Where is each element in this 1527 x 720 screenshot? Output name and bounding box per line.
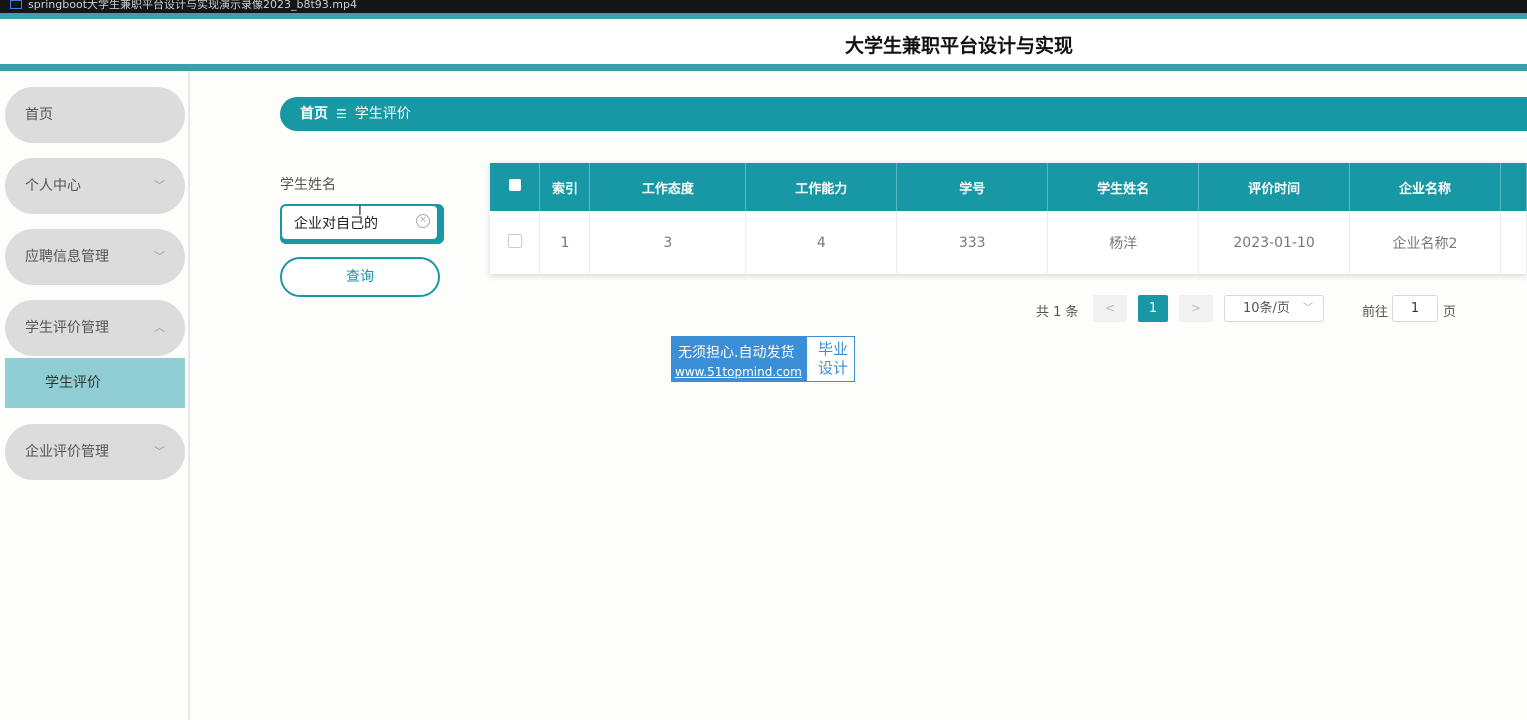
- table-cell: 2023-01-10: [1198, 211, 1351, 274]
- column-header[interactable]: 索引: [539, 163, 591, 211]
- prev-page-button[interactable]: <: [1093, 295, 1127, 322]
- clear-icon[interactable]: ×: [416, 214, 430, 228]
- sidebar-item-company-evaluation-management[interactable]: 企业评价管理 ﹀: [5, 424, 185, 480]
- table-cell: 杨洋: [1047, 211, 1200, 274]
- chevron-down-icon: ﹀: [154, 250, 165, 263]
- watermark-slogan: 无须担心.自动发货: [678, 345, 795, 361]
- chevron-down-icon: ﹀: [154, 179, 165, 192]
- goto-suffix: 页: [1443, 305, 1457, 320]
- sidebar-item-student-evaluation-management[interactable]: 学生评价管理 ︿: [5, 300, 185, 356]
- sidebar-subitem-label: 学生评价: [45, 375, 101, 391]
- sidebar-item-label: 企业评价管理: [25, 444, 109, 460]
- table-header-row: 索引 工作态度 工作能力 学号 学生姓名 评价时间 企业名称: [490, 163, 1527, 211]
- table-cell: 3: [589, 211, 747, 274]
- table-cell: 333: [896, 211, 1049, 274]
- table-cell-overflow: [1500, 211, 1527, 274]
- chevron-down-icon: ﹀: [1303, 303, 1313, 314]
- chevron-up-icon: ︿: [154, 321, 165, 334]
- chevron-down-icon: ﹀: [154, 445, 165, 458]
- pagination-total: 共 1 条: [1036, 305, 1079, 320]
- goto-prefix: 前往: [1362, 305, 1389, 320]
- site-header: 大学生兼职平台设计与实现: [0, 19, 1527, 63]
- sidebar-item-label: 应聘信息管理: [25, 249, 109, 265]
- watermark-badge: 毕业设计: [817, 340, 848, 377]
- next-page-button[interactable]: >: [1179, 295, 1213, 322]
- sidebar-item-label: 个人中心: [25, 178, 81, 194]
- column-header[interactable]: 学生姓名: [1047, 163, 1200, 211]
- sidebar-item-personal-center[interactable]: 个人中心 ﹀: [5, 158, 185, 214]
- search-label: 学生姓名: [280, 177, 336, 193]
- evaluation-table: 索引 工作态度 工作能力 学号 学生姓名 评价时间 企业名称 1 3 4 333…: [490, 163, 1527, 274]
- page-1-button[interactable]: 1: [1138, 295, 1168, 322]
- select-all-cell: [490, 163, 541, 211]
- column-header-overflow: [1500, 163, 1527, 211]
- table-cell: 4: [745, 211, 898, 274]
- page-size-select[interactable]: 10条/页 ﹀: [1224, 295, 1324, 322]
- table-cell: 1: [539, 211, 591, 274]
- column-header[interactable]: 企业名称: [1349, 163, 1501, 211]
- site-title: 大学生兼职平台设计与实现: [845, 35, 1074, 57]
- row-checkbox[interactable]: [507, 233, 522, 248]
- window-titlebar: springboot大学生兼职平台设计与实现演示录像2023_b8t93.mp4: [0, 0, 1527, 13]
- column-header[interactable]: 工作能力: [745, 163, 898, 211]
- text-cursor-icon: I: [358, 204, 362, 219]
- sidebar-item-label: 首页: [25, 107, 53, 123]
- table-row[interactable]: 1 3 4 333 杨洋 2023-01-10 企业名称2: [490, 211, 1527, 274]
- watermark-left: 无须担心.自动发货 www.51topmind.com: [672, 337, 807, 381]
- page-size-value: 10条/页: [1243, 301, 1290, 316]
- watermark-logo: 无须担心.自动发货 www.51topmind.com 毕业设计: [671, 336, 855, 382]
- sidebar-item-label: 学生评价管理: [25, 320, 109, 336]
- column-header[interactable]: 评价时间: [1198, 163, 1351, 211]
- menu-icon: ☰: [336, 107, 347, 121]
- select-all-checkbox[interactable]: [508, 179, 521, 191]
- row-select-cell: [490, 211, 541, 274]
- column-header[interactable]: 学号: [896, 163, 1049, 211]
- breadcrumb-current: 学生评价: [354, 106, 411, 122]
- breadcrumb: 首页 ☰ 学生评价: [280, 97, 1527, 131]
- header-bottom-strip: [0, 64, 1527, 71]
- query-button[interactable]: 查询: [280, 257, 440, 297]
- breadcrumb-home[interactable]: 首页: [300, 106, 328, 122]
- column-header[interactable]: 工作态度: [589, 163, 747, 211]
- goto-page-input[interactable]: [1392, 295, 1438, 322]
- search-field-wrapper: ×: [280, 204, 444, 244]
- window-title: springboot大学生兼职平台设计与实现演示录像2023_b8t93.mp4: [28, 0, 357, 11]
- watermark-url: www.51topmind.com: [675, 365, 802, 379]
- sidebar-item-application-management[interactable]: 应聘信息管理 ﹀: [5, 229, 185, 285]
- sidebar-subitem-student-evaluation[interactable]: 学生评价: [5, 358, 185, 408]
- app-icon: [10, 0, 22, 9]
- table-cell: 企业名称2: [1349, 211, 1501, 274]
- sidebar-item-home[interactable]: 首页: [5, 87, 185, 143]
